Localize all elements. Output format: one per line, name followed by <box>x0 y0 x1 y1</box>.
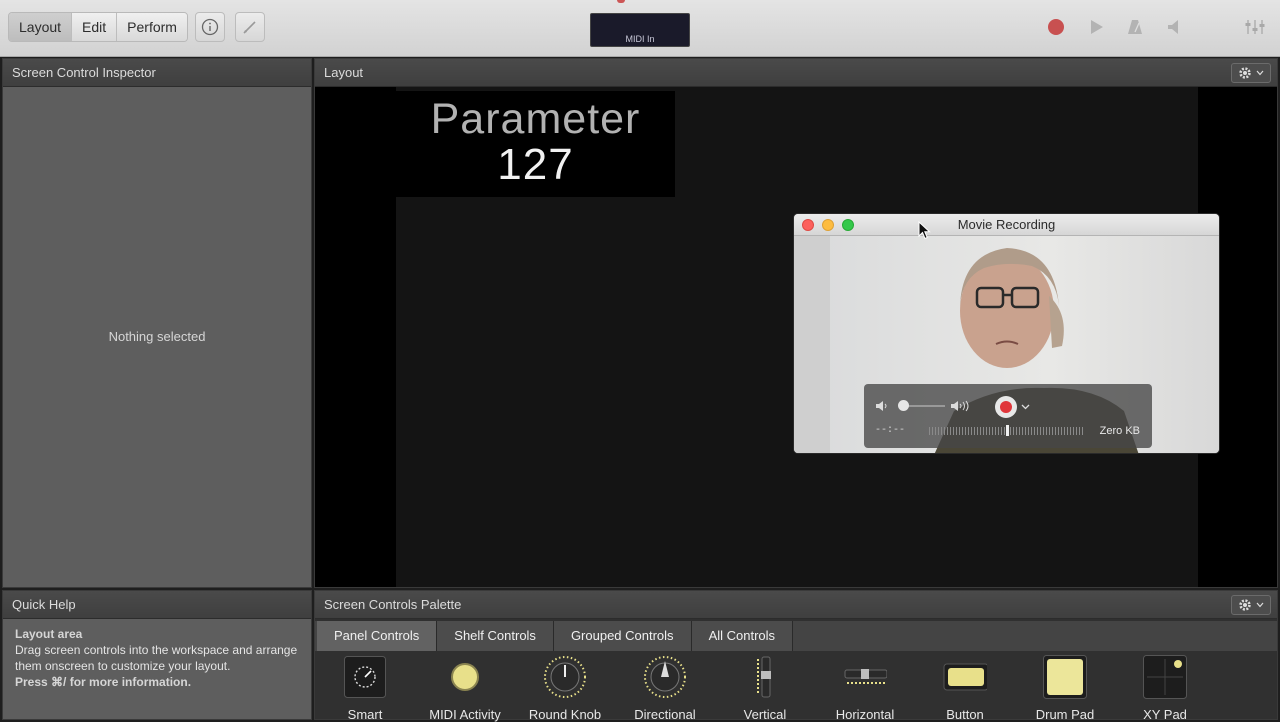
movie-recording-titlebar[interactable]: Movie Recording <box>794 214 1219 236</box>
round-knob-icon <box>543 655 587 699</box>
quick-help-body: Layout area Drag screen controls into th… <box>15 626 301 690</box>
mouse-cursor-icon <box>918 221 931 240</box>
toolbar: Layout Edit Perform MIDI In <box>0 0 1280 57</box>
tab-shelf-controls[interactable]: Shelf Controls <box>437 621 554 651</box>
info-button[interactable] <box>195 12 225 42</box>
start-recording-button[interactable] <box>995 396 1017 418</box>
gear-icon <box>1239 599 1251 611</box>
control-midi-activity[interactable]: MIDI Activity <box>415 655 515 722</box>
play-button[interactable] <box>1080 12 1112 42</box>
tab-all-controls[interactable]: All Controls <box>691 621 794 651</box>
mixer-button[interactable] <box>1239 12 1271 42</box>
record-icon <box>1048 19 1064 35</box>
volume-low-icon <box>876 401 887 411</box>
parameter-name: Parameter <box>430 95 641 143</box>
chevron-down-icon[interactable] <box>1021 404 1030 410</box>
horizontal-slider-icon <box>843 655 887 699</box>
quick-help-text: Drag screen controls into the workspace … <box>15 643 298 673</box>
camera-preview: --:-- Zero KB <box>794 236 1219 453</box>
gear-icon <box>1239 67 1251 79</box>
tab-grouped-controls[interactable]: Grouped Controls <box>553 621 692 651</box>
speaker-icon <box>1168 20 1178 34</box>
perform-mode-button[interactable]: Perform <box>117 13 187 41</box>
metronome-icon <box>1128 20 1142 34</box>
midi-in-label: MIDI In <box>625 34 655 44</box>
screen-control-inspector: Screen Control Inspector Nothing selecte… <box>2 58 312 588</box>
pen-icon <box>243 21 256 34</box>
control-xy-pad[interactable]: XY Pad <box>1115 655 1215 722</box>
minimize-window-button[interactable] <box>822 219 834 231</box>
palette-tabs: Panel Controls Shelf Controls Grouped Co… <box>317 621 794 651</box>
layout-title: Layout <box>324 65 364 80</box>
record-icon <box>1000 401 1012 413</box>
chevron-down-icon <box>1256 602 1264 608</box>
info-icon <box>201 18 219 36</box>
audio-level-marker <box>1006 425 1009 436</box>
layout-header: Layout <box>315 59 1277 87</box>
palette-action-menu[interactable] <box>1231 595 1271 615</box>
midi-activity-icon <box>443 655 487 699</box>
control-button[interactable]: Button <box>915 655 1015 722</box>
volume-slider-knob[interactable] <box>898 400 909 411</box>
control-round-knob[interactable]: Round Knob <box>515 655 615 722</box>
tab-panel-controls[interactable]: Panel Controls <box>317 621 438 651</box>
zoom-window-button[interactable] <box>842 219 854 231</box>
close-window-button[interactable] <box>802 219 814 231</box>
midi-indicator-dot <box>617 0 625 3</box>
quick-help-heading: Layout area <box>15 627 83 641</box>
directional-knob-icon <box>643 655 687 699</box>
button-control-icon <box>943 655 987 699</box>
file-size: Zero KB <box>1099 425 1140 437</box>
xy-pad-icon <box>1143 655 1187 699</box>
chevron-down-icon <box>1256 70 1264 76</box>
control-horizontal[interactable]: Horizontal <box>815 655 915 722</box>
play-icon <box>1091 20 1103 34</box>
edit-mode-button[interactable]: Edit <box>72 13 118 41</box>
control-vertical[interactable]: Vertical <box>715 655 815 722</box>
layout-action-menu[interactable] <box>1231 63 1271 83</box>
volume-high-icon <box>951 400 969 412</box>
metronome-button[interactable] <box>1119 12 1151 42</box>
movie-recording-window: Movie Recording --:-- Zero KB <box>793 213 1220 454</box>
record-button[interactable] <box>1040 12 1072 42</box>
recording-controls-hud: --:-- Zero KB <box>864 384 1152 448</box>
layout-mode-button[interactable]: Layout <box>9 13 73 41</box>
quick-help-panel: Quick Help Layout area Drag screen contr… <box>2 590 312 720</box>
movie-recording-title: Movie Recording <box>957 217 1056 232</box>
vertical-slider-icon <box>743 655 787 699</box>
inspector-title: Screen Control Inspector <box>3 59 311 87</box>
screen-controls-palette: Screen Controls Palette Panel Controls S… <box>314 590 1278 722</box>
control-directional[interactable]: Directional <box>615 655 715 722</box>
parameter-display[interactable]: Parameter 127 <box>396 91 675 197</box>
recording-time: --:-- <box>875 425 906 436</box>
speaker-button[interactable] <box>1158 12 1190 42</box>
midi-in-display: MIDI In <box>590 13 690 47</box>
control-drum-pad[interactable]: Drum Pad <box>1015 655 1115 722</box>
smart-control-icon <box>343 655 387 699</box>
quick-help-hint: Press ⌘/ for more information. <box>15 675 192 689</box>
mode-segmented-control: Layout Edit Perform <box>8 12 188 42</box>
edit-pen-button[interactable] <box>235 12 265 42</box>
control-smart[interactable]: Smart <box>315 655 415 722</box>
quick-help-title: Quick Help <box>3 591 311 619</box>
palette-title: Screen Controls Palette <box>315 591 1277 619</box>
mixer-icon <box>1245 20 1265 34</box>
nothing-selected-text: Nothing selected <box>108 329 206 344</box>
parameter-value: 127 <box>497 140 574 189</box>
drum-pad-icon <box>1043 655 1087 699</box>
